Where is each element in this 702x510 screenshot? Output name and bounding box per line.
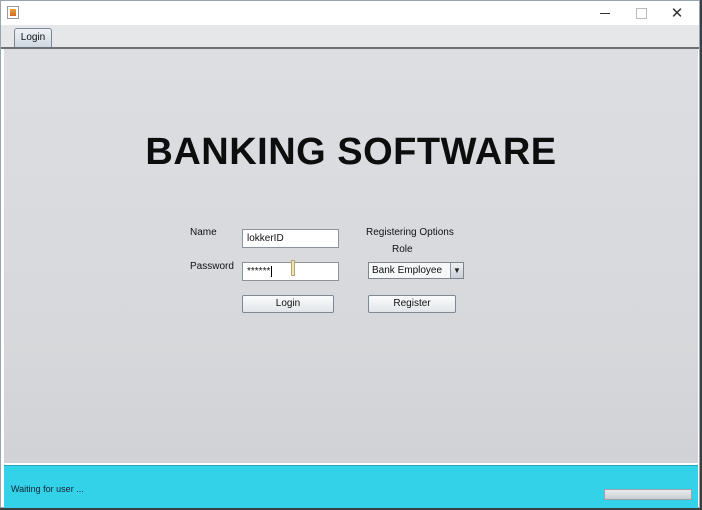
login-panel: BANKING SOFTWARE Name lokkerID Password … [4, 49, 698, 463]
text-cursor [271, 266, 272, 277]
maximize-button[interactable] [623, 1, 659, 25]
password-label: Password [190, 261, 234, 272]
progress-bar [604, 489, 692, 500]
status-bar: Waiting for user ... [4, 465, 698, 508]
status-text: Waiting for user ... [11, 484, 84, 494]
role-label: Role [392, 244, 413, 255]
tab-login[interactable]: Login [14, 28, 52, 47]
app-window: ✕ Login BANKING SOFTWARE Name lokkerID P… [0, 0, 700, 508]
name-label: Name [190, 227, 217, 238]
minimize-icon [600, 12, 610, 14]
java-app-icon [7, 6, 19, 19]
role-dropdown-value: Bank Employee [372, 265, 443, 276]
name-input[interactable]: lokkerID [242, 229, 339, 248]
mouse-cursor-icon [291, 260, 295, 276]
title-bar[interactable]: ✕ [1, 1, 699, 25]
close-button[interactable]: ✕ [659, 1, 695, 25]
close-icon: ✕ [670, 4, 684, 22]
role-dropdown[interactable]: Bank Employee ▼ [368, 262, 464, 279]
tab-strip: Login [1, 25, 699, 49]
login-button[interactable]: Login [242, 295, 334, 313]
register-button[interactable]: Register [368, 295, 456, 313]
chevron-down-icon[interactable]: ▼ [450, 263, 463, 278]
page-title: BANKING SOFTWARE [145, 131, 557, 173]
maximize-icon [635, 7, 647, 19]
minimize-button[interactable] [587, 1, 623, 25]
registering-options-label: Registering Options [366, 227, 454, 238]
